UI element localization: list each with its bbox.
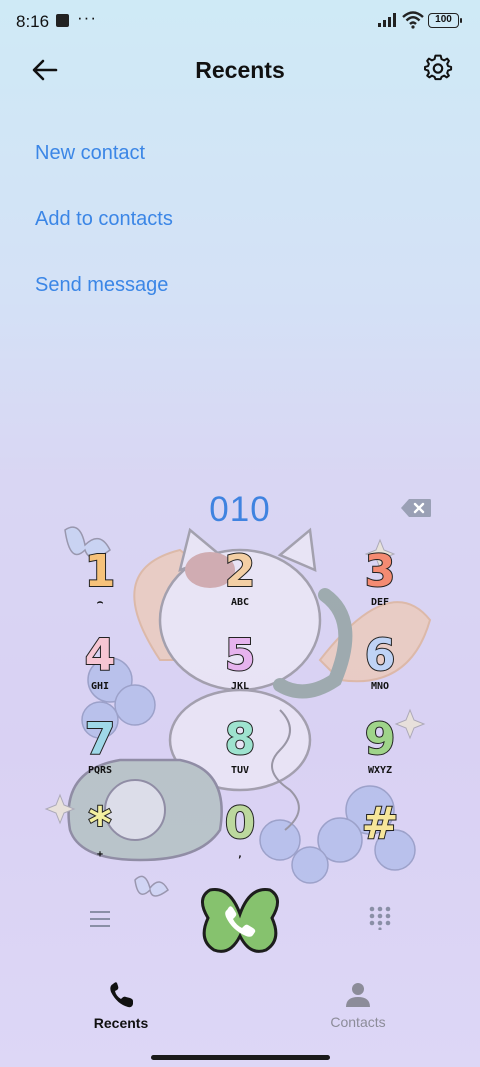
number-actions: New contact Add to contacts Send message	[35, 140, 173, 338]
tab-recents[interactable]: Recents	[61, 975, 181, 1031]
key-star[interactable]: * +	[48, 798, 152, 882]
key-4[interactable]: 4 GHI	[48, 630, 152, 714]
key-digit: 8	[224, 714, 257, 765]
key-letters: PQRS	[87, 765, 113, 776]
bottom-navigation: Recents Contacts	[0, 975, 480, 1045]
key-digit: 2	[224, 546, 257, 597]
key-2[interactable]: 2 ABC	[188, 546, 292, 630]
backspace-icon[interactable]	[400, 498, 432, 518]
key-letters: ,	[236, 849, 244, 860]
signal-icon	[378, 13, 396, 27]
page-title: Recents	[195, 57, 285, 83]
person-icon	[346, 983, 370, 1007]
tab-contacts-label: Contacts	[330, 1014, 386, 1030]
send-message-link[interactable]: Send message	[35, 272, 173, 338]
key-letters: ABC	[230, 597, 250, 608]
add-to-contacts-link[interactable]: Add to contacts	[35, 206, 173, 272]
notification-icon	[56, 14, 69, 27]
gear-icon[interactable]	[423, 54, 453, 84]
key-0[interactable]: 0,	[188, 798, 292, 882]
app-header: Recents	[0, 50, 480, 90]
key-digit: 5	[224, 630, 257, 681]
key-letters: JKL	[230, 681, 250, 692]
key-letters: ⌢	[96, 597, 104, 608]
key-letters: DEF	[370, 597, 390, 608]
tab-recents-label: Recents	[93, 1015, 149, 1031]
battery-indicator: 100	[428, 13, 462, 28]
tab-contacts[interactable]: Contacts	[298, 975, 418, 1030]
key-digit: 9	[364, 714, 397, 765]
dialpad-icon[interactable]	[368, 906, 392, 930]
key-6[interactable]: 6 MNO	[328, 630, 432, 714]
more-notifications-icon: ···	[77, 8, 97, 27]
key-hash[interactable]: #	[328, 798, 432, 882]
status-time: 8:16	[16, 12, 50, 31]
key-letters: MNO	[370, 681, 390, 692]
key-digit: *	[87, 798, 112, 849]
key-digit: 7	[84, 714, 117, 765]
key-digit: #	[361, 798, 400, 849]
new-contact-link[interactable]: New contact	[35, 140, 173, 206]
key-1[interactable]: 1 ⌢	[48, 546, 152, 630]
wifi-icon	[402, 11, 424, 29]
key-letters: TUV	[230, 765, 250, 776]
key-8[interactable]: 8 TUV	[188, 714, 292, 798]
key-digit: 0	[224, 798, 257, 849]
menu-icon[interactable]	[88, 908, 112, 930]
key-digit: 3	[364, 546, 397, 597]
key-letters: WXYZ	[367, 765, 393, 776]
call-button[interactable]	[200, 884, 280, 960]
key-letters: +	[96, 849, 104, 860]
key-7[interactable]: 7 PQRS	[48, 714, 152, 798]
status-bar: 8:16 ··· 100	[0, 0, 480, 44]
key-digit: 1	[84, 546, 117, 597]
key-5[interactable]: 5 JKL	[188, 630, 292, 714]
home-indicator[interactable]	[151, 1055, 330, 1060]
key-letters: GHI	[90, 681, 110, 692]
key-digit: 4	[84, 630, 117, 681]
key-digit: 6	[364, 630, 397, 681]
phone-icon	[110, 982, 133, 1008]
key-3[interactable]: 3 DEF	[328, 546, 432, 630]
key-9[interactable]: 9 WXYZ	[328, 714, 432, 798]
